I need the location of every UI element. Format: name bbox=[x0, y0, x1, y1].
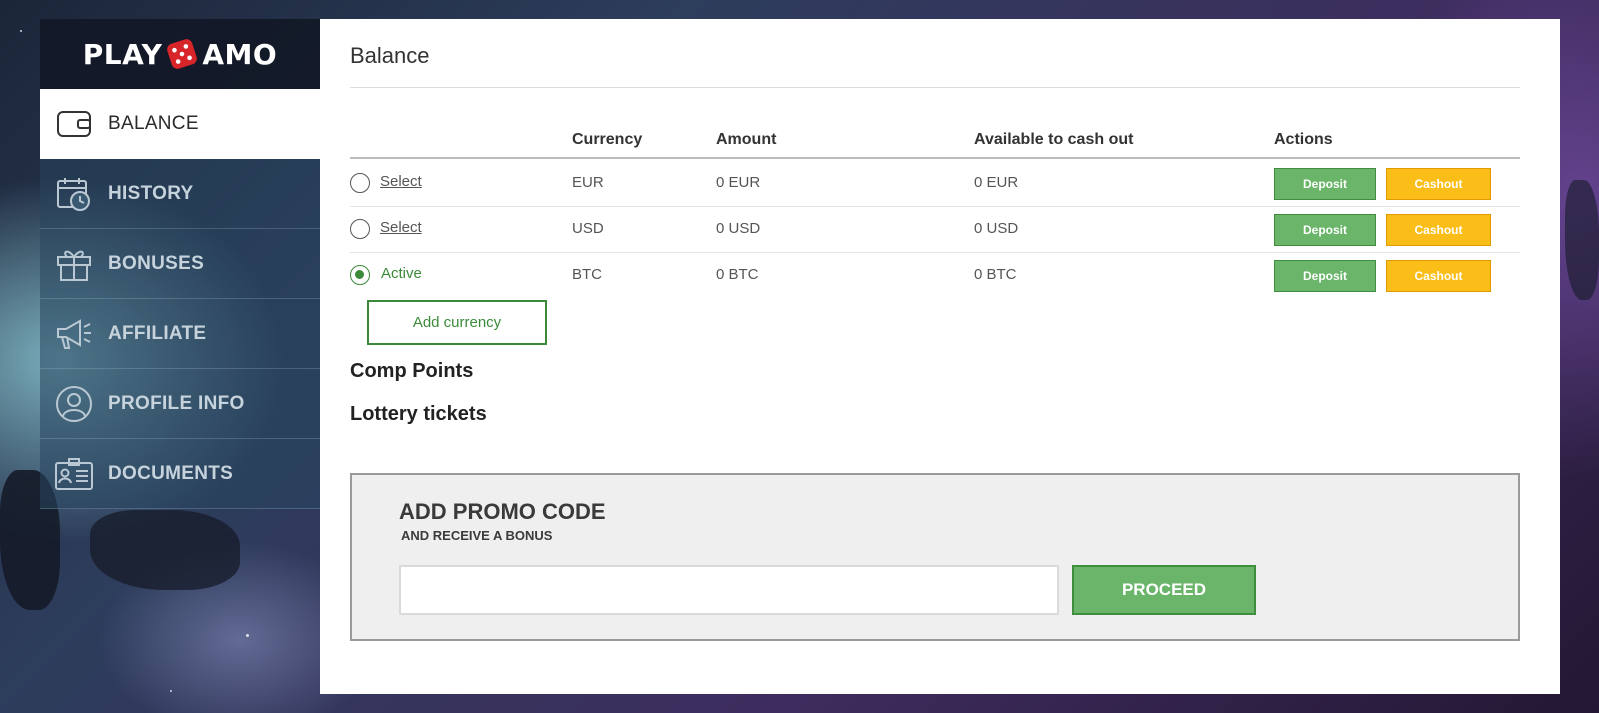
sidebar-item-history[interactable]: HISTORY bbox=[40, 159, 320, 229]
table-row: Active BTC 0 BTC 0 BTC Deposit Cashout bbox=[350, 253, 1520, 299]
background-star bbox=[20, 30, 22, 32]
deposit-button[interactable]: Deposit bbox=[1274, 260, 1376, 292]
column-header-available: Available to cash out bbox=[974, 131, 1134, 148]
sidebar-item-profile-info[interactable]: PROFILE INFO bbox=[40, 369, 320, 439]
sidebar-item-label: PROFILE INFO bbox=[108, 392, 245, 414]
page-title: Balance bbox=[350, 43, 430, 68]
sidebar-item-label: HISTORY bbox=[108, 182, 194, 204]
cashout-button[interactable]: Cashout bbox=[1386, 260, 1491, 292]
available-cell: 0 USD bbox=[974, 220, 1019, 237]
amount-cell: 0 EUR bbox=[716, 174, 761, 191]
promo-code-box: ADD PROMO CODE AND RECEIVE A BONUS PROCE… bbox=[350, 473, 1520, 641]
available-cell: 0 EUR bbox=[974, 174, 1019, 191]
table-row: Select USD 0 USD 0 USD Deposit Cashout bbox=[350, 207, 1520, 253]
sidebar-item-label: BONUSES bbox=[108, 252, 205, 274]
background-star bbox=[170, 690, 172, 692]
title-divider bbox=[350, 87, 1520, 88]
cashout-button[interactable]: Cashout bbox=[1386, 168, 1491, 200]
column-header-actions: Actions bbox=[1274, 131, 1333, 148]
promo-subtitle: AND RECEIVE A BONUS bbox=[401, 528, 553, 543]
currency-cell: USD bbox=[572, 220, 604, 237]
deposit-button[interactable]: Deposit bbox=[1274, 214, 1376, 246]
megaphone-icon bbox=[40, 317, 108, 351]
sidebar-item-label: DOCUMENTS bbox=[108, 462, 234, 484]
logo-bar: PLAY AMO bbox=[40, 19, 320, 89]
playamo-logo[interactable]: PLAY AMO bbox=[83, 36, 277, 72]
available-cell: 0 BTC bbox=[974, 266, 1017, 283]
currency-radio[interactable] bbox=[350, 265, 370, 285]
select-currency-link[interactable]: Select bbox=[380, 219, 422, 236]
cashout-button[interactable]: Cashout bbox=[1386, 214, 1491, 246]
logo-text-left: PLAY bbox=[82, 37, 163, 71]
balance-table-header: Currency Amount Available to cash out Ac… bbox=[350, 130, 1520, 159]
sidebar-item-label: AFFILIATE bbox=[108, 322, 207, 344]
amount-cell: 0 USD bbox=[716, 220, 761, 237]
account-sidebar: PLAY AMO BALANCE HISTORY BONUSES AFFILIA… bbox=[40, 19, 320, 509]
deposit-button[interactable]: Deposit bbox=[1274, 168, 1376, 200]
column-header-amount: Amount bbox=[716, 131, 777, 148]
proceed-button[interactable]: PROCEED bbox=[1072, 565, 1256, 615]
user-icon bbox=[40, 385, 108, 423]
table-row: Select EUR 0 EUR 0 EUR Deposit Cashout bbox=[350, 161, 1520, 207]
currency-cell: EUR bbox=[572, 174, 604, 191]
lottery-tickets-heading: Lottery tickets bbox=[350, 403, 487, 425]
dice-icon bbox=[167, 39, 198, 69]
sidebar-item-documents[interactable]: DOCUMENTS bbox=[40, 439, 320, 509]
background-asteroid bbox=[1565, 180, 1599, 300]
currency-radio[interactable] bbox=[350, 173, 370, 193]
add-currency-button[interactable]: Add currency bbox=[367, 300, 547, 345]
id-card-icon bbox=[40, 457, 108, 491]
currency-cell: BTC bbox=[572, 266, 602, 283]
comp-points-heading: Comp Points bbox=[350, 360, 474, 382]
active-status-label: Active bbox=[381, 265, 422, 282]
gift-icon bbox=[40, 246, 108, 282]
sidebar-item-balance[interactable]: BALANCE bbox=[40, 89, 320, 159]
logo-text-right: AMO bbox=[202, 37, 278, 71]
background-star bbox=[246, 634, 249, 637]
calendar-clock-icon bbox=[40, 175, 108, 213]
balance-panel: Balance Currency Amount Available to cas… bbox=[320, 19, 1560, 694]
promo-code-input[interactable] bbox=[399, 565, 1059, 615]
wallet-icon bbox=[40, 109, 108, 139]
column-header-currency: Currency bbox=[572, 131, 643, 148]
currency-radio[interactable] bbox=[350, 219, 370, 239]
background-asteroid bbox=[90, 510, 240, 590]
sidebar-item-bonuses[interactable]: BONUSES bbox=[40, 229, 320, 299]
sidebar-item-label: BALANCE bbox=[108, 113, 199, 134]
sidebar-item-affiliate[interactable]: AFFILIATE bbox=[40, 299, 320, 369]
select-currency-link[interactable]: Select bbox=[380, 173, 422, 190]
amount-cell: 0 BTC bbox=[716, 266, 759, 283]
promo-title: ADD PROMO CODE bbox=[399, 499, 606, 524]
